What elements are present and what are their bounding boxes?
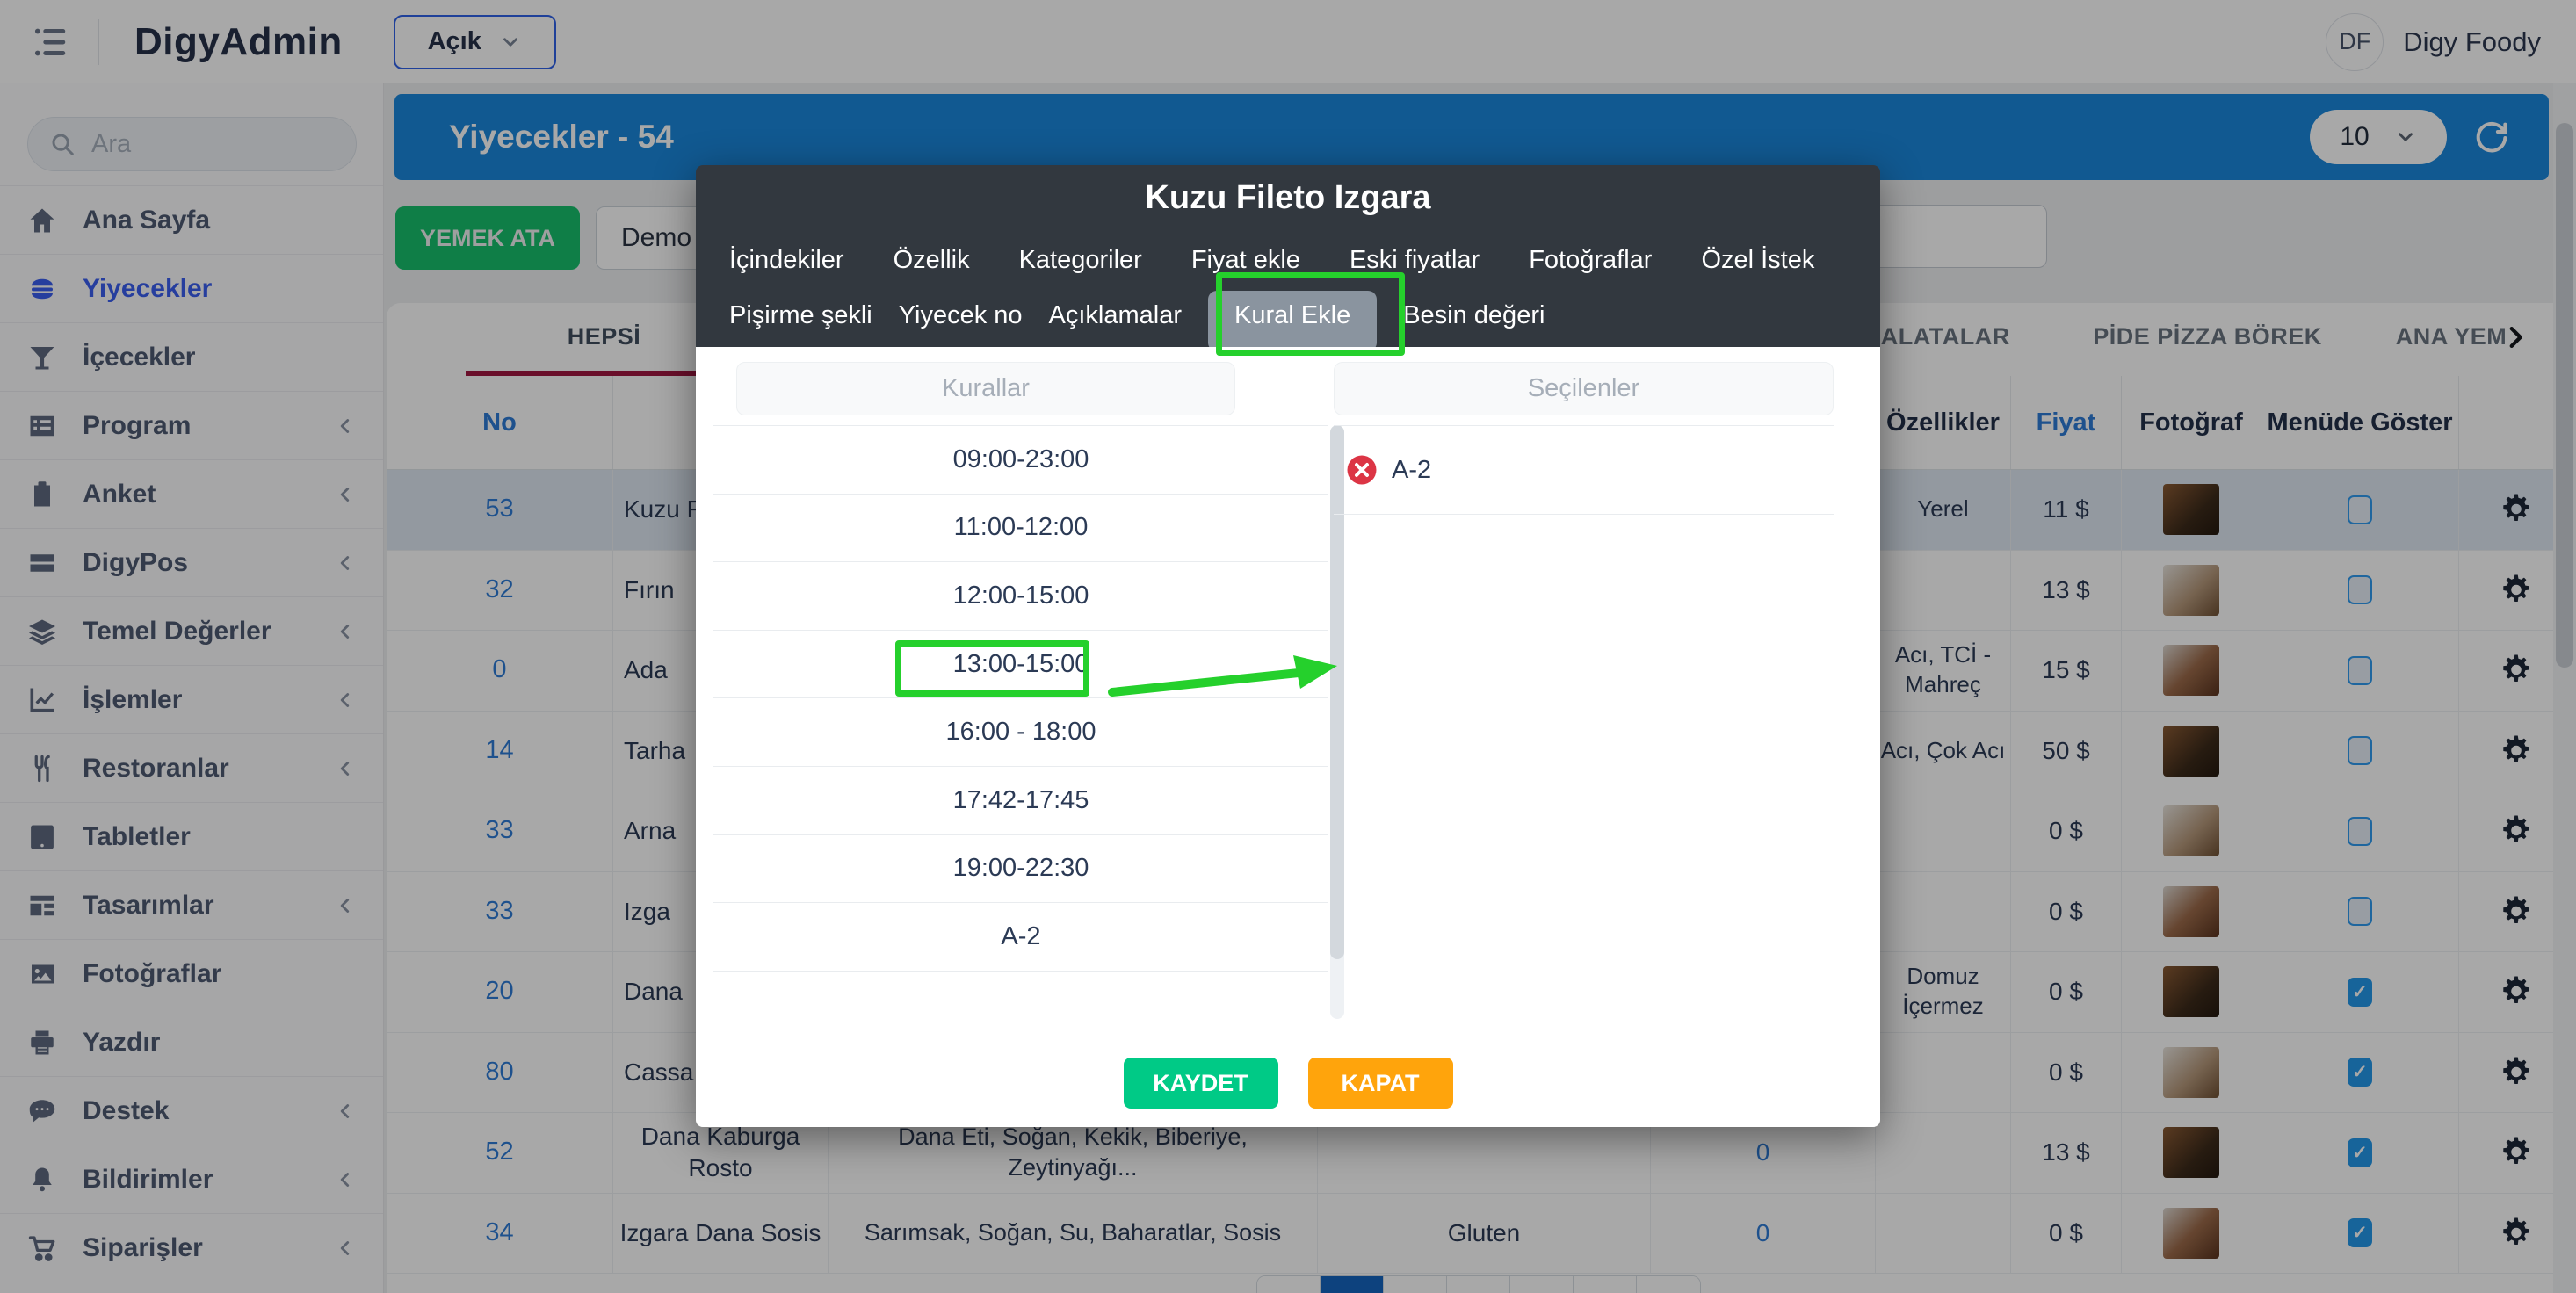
modal-tab-besin-degeri[interactable]: Besin değeri bbox=[1403, 291, 1545, 330]
selected-panel-label: Seçilenler bbox=[1334, 362, 1834, 415]
modal-tab-ozel-istek[interactable]: Özel İstek bbox=[1701, 246, 1814, 275]
modal-header: Kuzu Fileto Izgara İçindekiler Özellik K… bbox=[696, 165, 1880, 347]
modal-tab-ozellik[interactable]: Özellik bbox=[894, 246, 970, 275]
modal-tabs-row1: İçindekiler Özellik Kategoriler Fiyat ek… bbox=[729, 246, 1814, 275]
rule-item[interactable]: 09:00-23:00 bbox=[713, 426, 1328, 495]
save-button[interactable]: KAYDET bbox=[1124, 1058, 1278, 1109]
app-root: DigyAdmin Açık DF Digy Foody Ana Sayfa Y… bbox=[0, 0, 2576, 1293]
selected-item-label: A-2 bbox=[1392, 456, 1431, 485]
modal-tab-kural-ekle[interactable]: Kural Ekle bbox=[1208, 291, 1377, 351]
rule-item[interactable]: 11:00-12:00 bbox=[713, 495, 1328, 563]
rule-item[interactable]: 13:00-15:00 bbox=[713, 631, 1328, 699]
remove-selected-icon[interactable] bbox=[1346, 454, 1378, 486]
rule-item[interactable]: 19:00-22:30 bbox=[713, 835, 1328, 904]
modal-tab-icindekiler[interactable]: İçindekiler bbox=[729, 246, 844, 275]
close-button[interactable]: KAPAT bbox=[1308, 1058, 1453, 1109]
modal-tab-eski-fiyatlar[interactable]: Eski fiyatlar bbox=[1350, 246, 1480, 275]
modal-tab-aciklamalar[interactable]: Açıklamalar bbox=[1049, 291, 1183, 330]
modal-body: Kurallar Seçilenler 09:00-23:00 11:00-12… bbox=[696, 347, 1880, 1127]
rule-item[interactable]: 12:00-15:00 bbox=[713, 562, 1328, 631]
rule-item[interactable]: 17:42-17:45 bbox=[713, 767, 1328, 835]
modal-tabs-row2: Pişirme şekli Yiyecek no Açıklamalar Kur… bbox=[729, 291, 1545, 351]
modal-tab-fotograflar[interactable]: Fotoğraflar bbox=[1529, 246, 1652, 275]
selected-list: A-2 bbox=[1334, 425, 1834, 515]
modal-title: Kuzu Fileto Izgara bbox=[696, 179, 1880, 217]
selected-item: A-2 bbox=[1334, 426, 1834, 515]
modal-actions: KAYDET KAPAT bbox=[696, 1058, 1880, 1109]
modal-tab-pisirme-sekli[interactable]: Pişirme şekli bbox=[729, 291, 872, 330]
rule-item[interactable]: A-2 bbox=[713, 903, 1328, 972]
rule-item[interactable]: 16:00 - 18:00 bbox=[713, 698, 1328, 767]
food-detail-modal: Kuzu Fileto Izgara İçindekiler Özellik K… bbox=[696, 165, 1880, 1127]
rules-list: 09:00-23:00 11:00-12:00 12:00-15:00 13:0… bbox=[713, 425, 1328, 1019]
rules-panel-label: Kurallar bbox=[736, 362, 1235, 415]
modal-tab-yiyecek-no[interactable]: Yiyecek no bbox=[899, 291, 1023, 330]
rule-item[interactable] bbox=[713, 972, 1328, 1019]
modal-tab-fiyat-ekle[interactable]: Fiyat ekle bbox=[1191, 246, 1300, 275]
modal-tab-kategoriler[interactable]: Kategoriler bbox=[1019, 246, 1142, 275]
